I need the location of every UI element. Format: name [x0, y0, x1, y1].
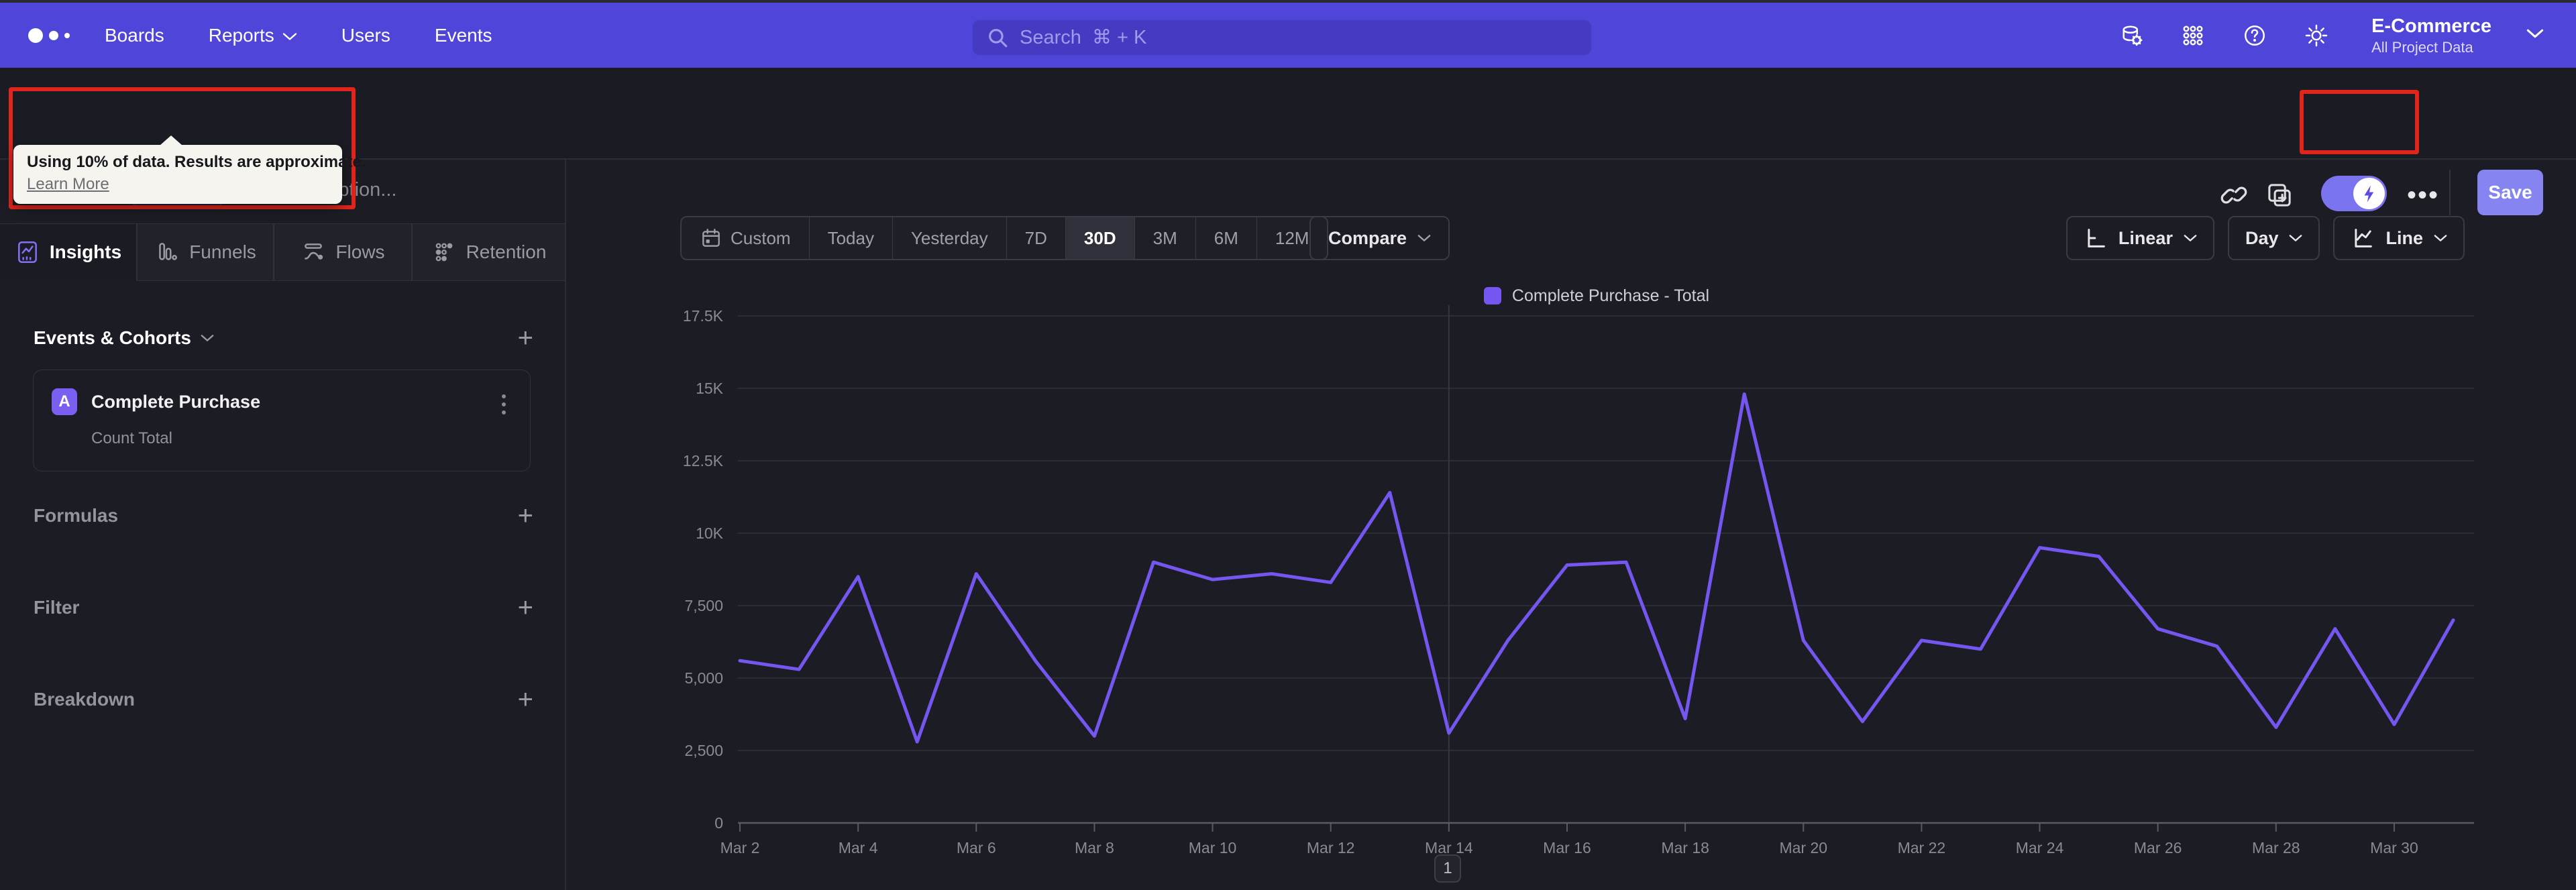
y-axis-label: 17.5K [683, 307, 724, 325]
line-chart[interactable]: 0 2,500 5,000 7,500 10K 12.5K 15K 17.5K Mar 2 Mar… [0, 0, 2576, 890]
x-axis-label: Mar 12 [1307, 839, 1355, 856]
sampling-tooltip: Using 10% of data. Results are approxima… [13, 135, 366, 204]
y-axis-label: 2,500 [684, 742, 723, 759]
x-axis-label: Mar 16 [1543, 839, 1591, 856]
x-axis-label: Mar 24 [2016, 839, 2064, 856]
x-axis-label: Mar 20 [1779, 839, 1827, 856]
app-root: BoardsReportsUsersEvents E-Commerce All … [0, 0, 2576, 890]
y-axis-label: 12.5K [683, 452, 724, 469]
x-axis-label: Mar 18 [1661, 839, 1709, 856]
x-axis-label: Mar 4 [839, 839, 878, 856]
y-axis-label: 10K [696, 524, 724, 542]
x-axis-label: Mar 30 [2370, 839, 2418, 856]
x-axis-label: Mar 28 [2252, 839, 2300, 856]
x-axis-label: Mar 2 [720, 839, 760, 856]
y-axis-label: 5,000 [684, 669, 723, 687]
y-axis-label: 15K [696, 380, 724, 397]
tooltip-arrow [160, 135, 182, 146]
learn-more-link[interactable]: Learn More [27, 175, 109, 194]
y-axis-label: 7,500 [684, 597, 723, 614]
x-axis-label: Mar 26 [2134, 839, 2182, 856]
y-axis-label: 0 [714, 814, 723, 832]
x-axis-label: Mar 8 [1075, 839, 1114, 856]
series-line-complete-purchase[interactable] [738, 392, 2455, 744]
x-axis-label: Mar 10 [1189, 839, 1237, 856]
x-axis-label: Mar 6 [957, 839, 996, 856]
x-axis-label: Mar 22 [1898, 839, 1946, 856]
tooltip-message: Using 10% of data. Results are approxima… [27, 153, 366, 171]
pagination-page-1[interactable]: 1 [1434, 854, 1461, 883]
